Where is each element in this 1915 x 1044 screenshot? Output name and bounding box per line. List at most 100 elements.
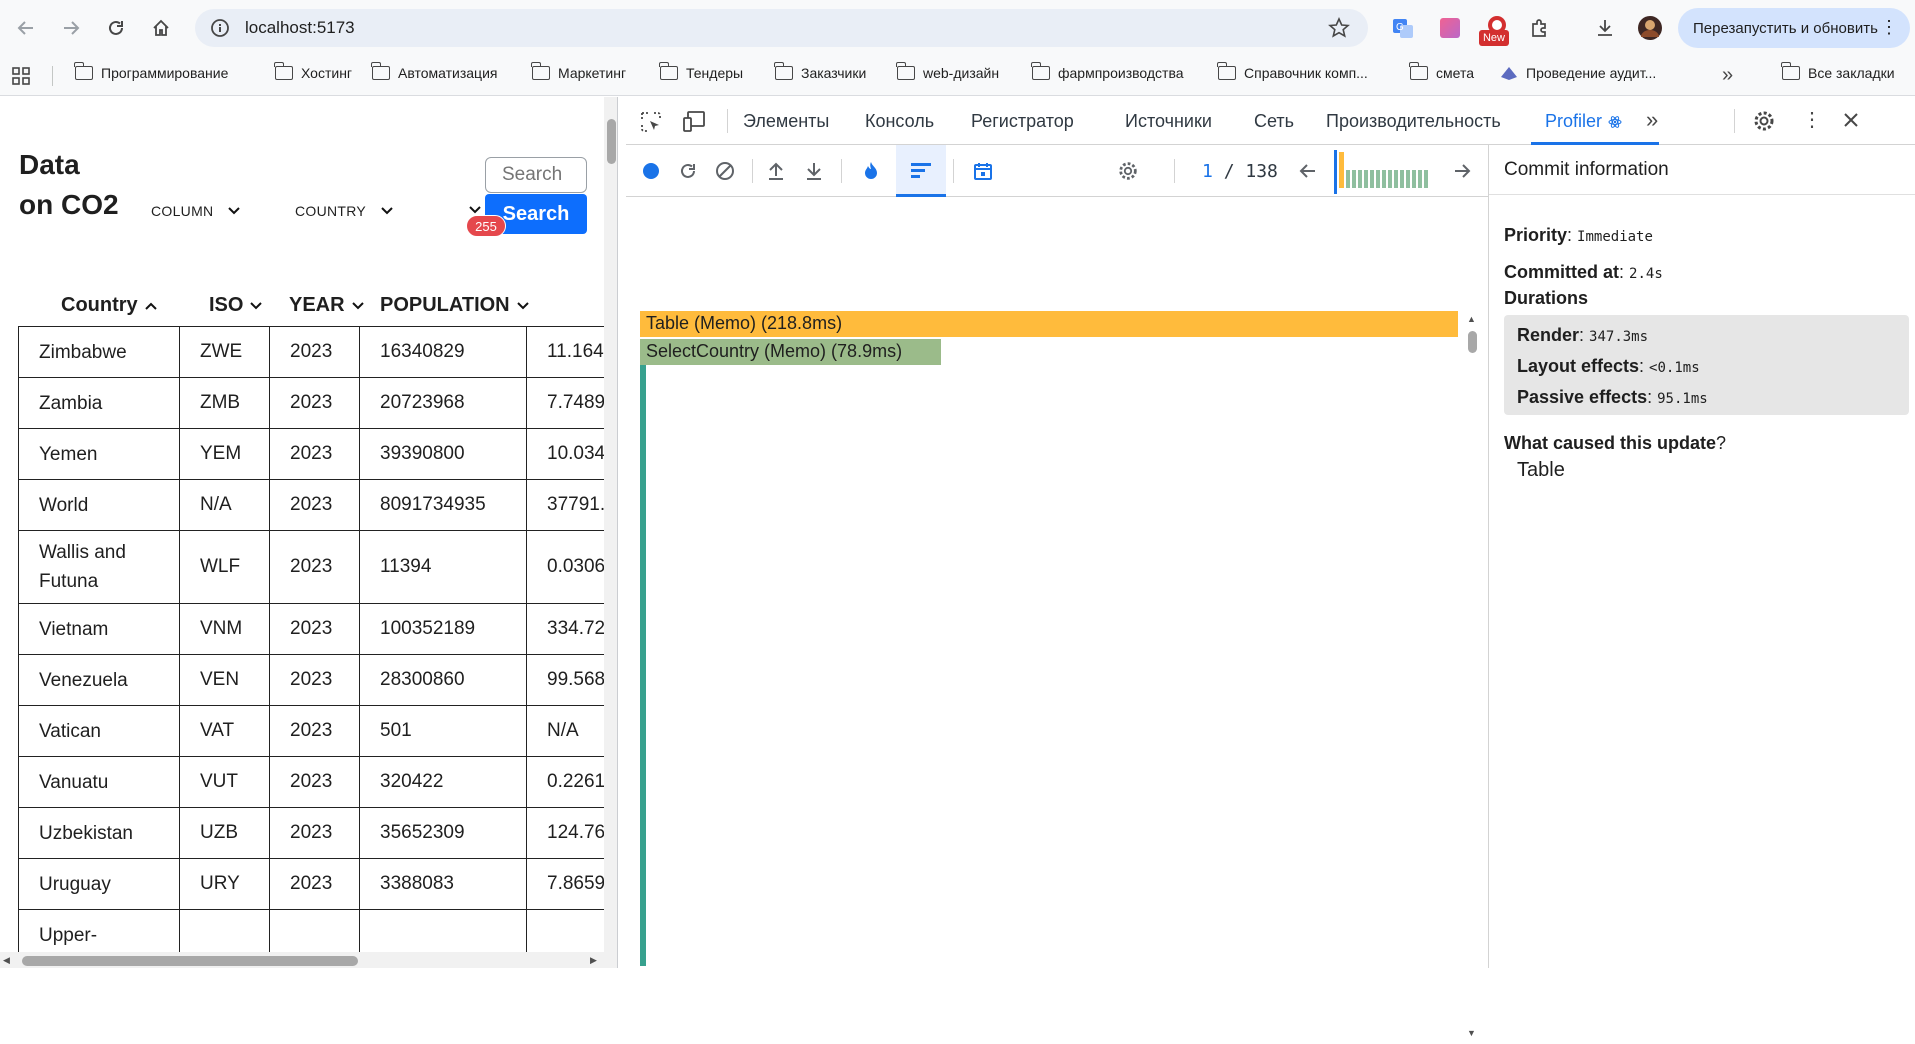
- scroll-down-arrow-icon[interactable]: ▼: [1467, 1028, 1476, 1038]
- forward-button[interactable]: [51, 8, 91, 48]
- scroll-right-arrow-icon[interactable]: ▶: [590, 955, 597, 966]
- chevron-down-icon[interactable]: [468, 205, 482, 215]
- home-button[interactable]: [141, 8, 181, 48]
- record-icon[interactable]: [637, 157, 665, 185]
- bookmark-label: фармпроизводства: [1058, 65, 1184, 81]
- bookmark-star-icon[interactable]: [1328, 17, 1350, 39]
- bookmark-folder[interactable]: Программирование: [74, 62, 228, 81]
- component-bar-table[interactable]: Table (Memo) (218.8ms): [640, 311, 1458, 337]
- component-bar-label: SelectCountry (Memo) (78.9ms): [646, 341, 903, 361]
- more-tabs-chevron-icon[interactable]: »: [1646, 107, 1658, 133]
- bookmark-folder[interactable]: Маркетинг: [531, 62, 626, 81]
- bookmark-folder[interactable]: Автоматизация: [371, 62, 497, 81]
- search-input[interactable]: Search: [485, 157, 587, 193]
- tab-network[interactable]: Сеть: [1254, 111, 1294, 132]
- settings-gear-icon[interactable]: [1752, 109, 1776, 133]
- page-vertical-scrollbar[interactable]: [604, 97, 617, 952]
- component-bar-selectcountry[interactable]: SelectCountry (Memo) (78.9ms): [640, 339, 941, 365]
- tab-divider: [1734, 109, 1735, 133]
- devtools-panel: Элементы Консоль Регистратор Источники С…: [626, 97, 1915, 1038]
- cell-year: 2023: [269, 479, 360, 531]
- extensions-puzzle-icon[interactable]: [1526, 14, 1554, 42]
- clear-profile-icon[interactable]: [711, 157, 739, 185]
- devtools-menu-icon[interactable]: ⋮: [1802, 107, 1822, 132]
- tab-sources[interactable]: Источники: [1125, 111, 1212, 132]
- other-components-bars[interactable]: [640, 365, 646, 966]
- ranked-view-tab[interactable]: [896, 145, 946, 197]
- bookmark-site-icon: [1501, 67, 1517, 80]
- gradient-extension-icon[interactable]: [1436, 14, 1464, 42]
- next-commit-arrow-icon[interactable]: [1448, 157, 1476, 185]
- tab-recorder[interactable]: Регистратор: [971, 111, 1074, 132]
- all-bookmarks-folder[interactable]: Все закладки: [1781, 62, 1895, 81]
- tab-divider: [727, 109, 728, 133]
- update-cause-component[interactable]: Table: [1517, 459, 1565, 482]
- country-dropdown[interactable]: COUNTRY: [295, 203, 394, 219]
- arrow-right-icon: [64, 21, 80, 35]
- cell-iso: VUT: [179, 756, 270, 808]
- translate-extension-icon[interactable]: G: [1389, 14, 1417, 42]
- column-header-country[interactable]: Country: [61, 294, 158, 317]
- download-icon[interactable]: [1591, 14, 1619, 42]
- scroll-up-arrow-icon[interactable]: ▲: [1467, 314, 1476, 324]
- relaunch-update-button[interactable]: Перезапустить и обновить ⋮: [1678, 8, 1910, 48]
- chart-scrollbar[interactable]: ▲ ▼: [1464, 314, 1480, 1044]
- bookmark-folder[interactable]: Заказчики: [774, 62, 867, 81]
- passive-label: Passive effects: [1517, 387, 1648, 407]
- new-label-badge: New: [1479, 30, 1509, 46]
- address-bar[interactable]: localhost:5173: [195, 9, 1368, 47]
- bookmark-folder[interactable]: Тендеры: [659, 62, 743, 81]
- column-header-population[interactable]: POPULATION: [380, 294, 530, 317]
- profiler-settings-gear-icon[interactable]: [1114, 157, 1142, 185]
- bookmarks-bar: Программирование Хостинг Автоматизация М…: [0, 56, 1915, 96]
- scroll-left-arrow-icon[interactable]: ◀: [3, 955, 10, 966]
- more-bookmarks-chevron-icon[interactable]: »: [1722, 64, 1733, 87]
- tab-performance[interactable]: Производительность: [1326, 111, 1501, 132]
- svg-text:G: G: [1396, 22, 1404, 33]
- cell-country: Vatican: [18, 705, 180, 757]
- ranked-chart-icon: [911, 163, 931, 178]
- commit-separator: /: [1223, 161, 1246, 182]
- cell-population: 11394: [359, 530, 527, 604]
- url-text: localhost:5173: [245, 18, 355, 37]
- tab-elements[interactable]: Элементы: [743, 111, 829, 132]
- column-header-year[interactable]: YEAR: [289, 294, 365, 317]
- tab-console[interactable]: Консоль: [865, 111, 934, 132]
- cell-iso: VAT: [179, 705, 270, 757]
- cell-population: 320422: [359, 756, 527, 808]
- table-row: Venezuela VEN 2023 28300860 99.5688: [18, 654, 617, 706]
- table-row: Uzbekistan UZB 2023 35652309 124.768: [18, 807, 617, 859]
- commit-bar-strip[interactable]: [1334, 150, 1434, 194]
- inspect-element-icon[interactable]: [639, 110, 663, 134]
- kebab-menu-icon[interactable]: ⋮: [1880, 17, 1898, 38]
- bookmark-link[interactable]: Проведение аудит...: [1500, 65, 1656, 81]
- upload-profile-icon[interactable]: [762, 157, 790, 185]
- tab-profiler[interactable]: Profiler: [1545, 111, 1622, 132]
- previous-commit-arrow-icon[interactable]: [1294, 157, 1322, 185]
- column-header-iso[interactable]: ISO: [209, 294, 263, 317]
- column-dropdown[interactable]: COLUMN: [151, 203, 241, 219]
- close-devtools-icon[interactable]: [1840, 109, 1862, 131]
- scroll-thumb[interactable]: [22, 956, 358, 966]
- flamegraph-flame-icon[interactable]: [857, 157, 885, 185]
- profile-avatar[interactable]: [1636, 14, 1664, 42]
- bookmark-folder[interactable]: смета: [1409, 62, 1474, 81]
- timeline-calendar-icon[interactable]: [969, 157, 997, 185]
- back-button[interactable]: [6, 8, 46, 48]
- bookmark-label: Заказчики: [801, 65, 867, 81]
- reload-button[interactable]: [96, 8, 136, 48]
- scroll-thumb[interactable]: [1468, 331, 1477, 353]
- bookmark-folder[interactable]: Справочник комп...: [1217, 62, 1368, 81]
- scroll-thumb[interactable]: [607, 119, 616, 164]
- page-horizontal-scrollbar[interactable]: ◀ ▶: [0, 952, 617, 968]
- reload-profile-icon[interactable]: [674, 157, 702, 185]
- site-info-icon[interactable]: [207, 15, 233, 41]
- sidebar-divider: [1489, 194, 1915, 195]
- download-profile-icon[interactable]: [800, 157, 828, 185]
- bookmark-folder[interactable]: web-дизайн: [896, 62, 999, 81]
- data-table: Zimbabwe ZWE 2023 16340829 11.164 Zambia ZMB 2…: [18, 326, 617, 961]
- apps-grid-icon[interactable]: [12, 67, 30, 85]
- bookmark-folder[interactable]: фармпроизводства: [1031, 62, 1184, 81]
- device-toolbar-icon[interactable]: [682, 110, 708, 134]
- bookmark-folder[interactable]: Хостинг: [274, 62, 352, 81]
